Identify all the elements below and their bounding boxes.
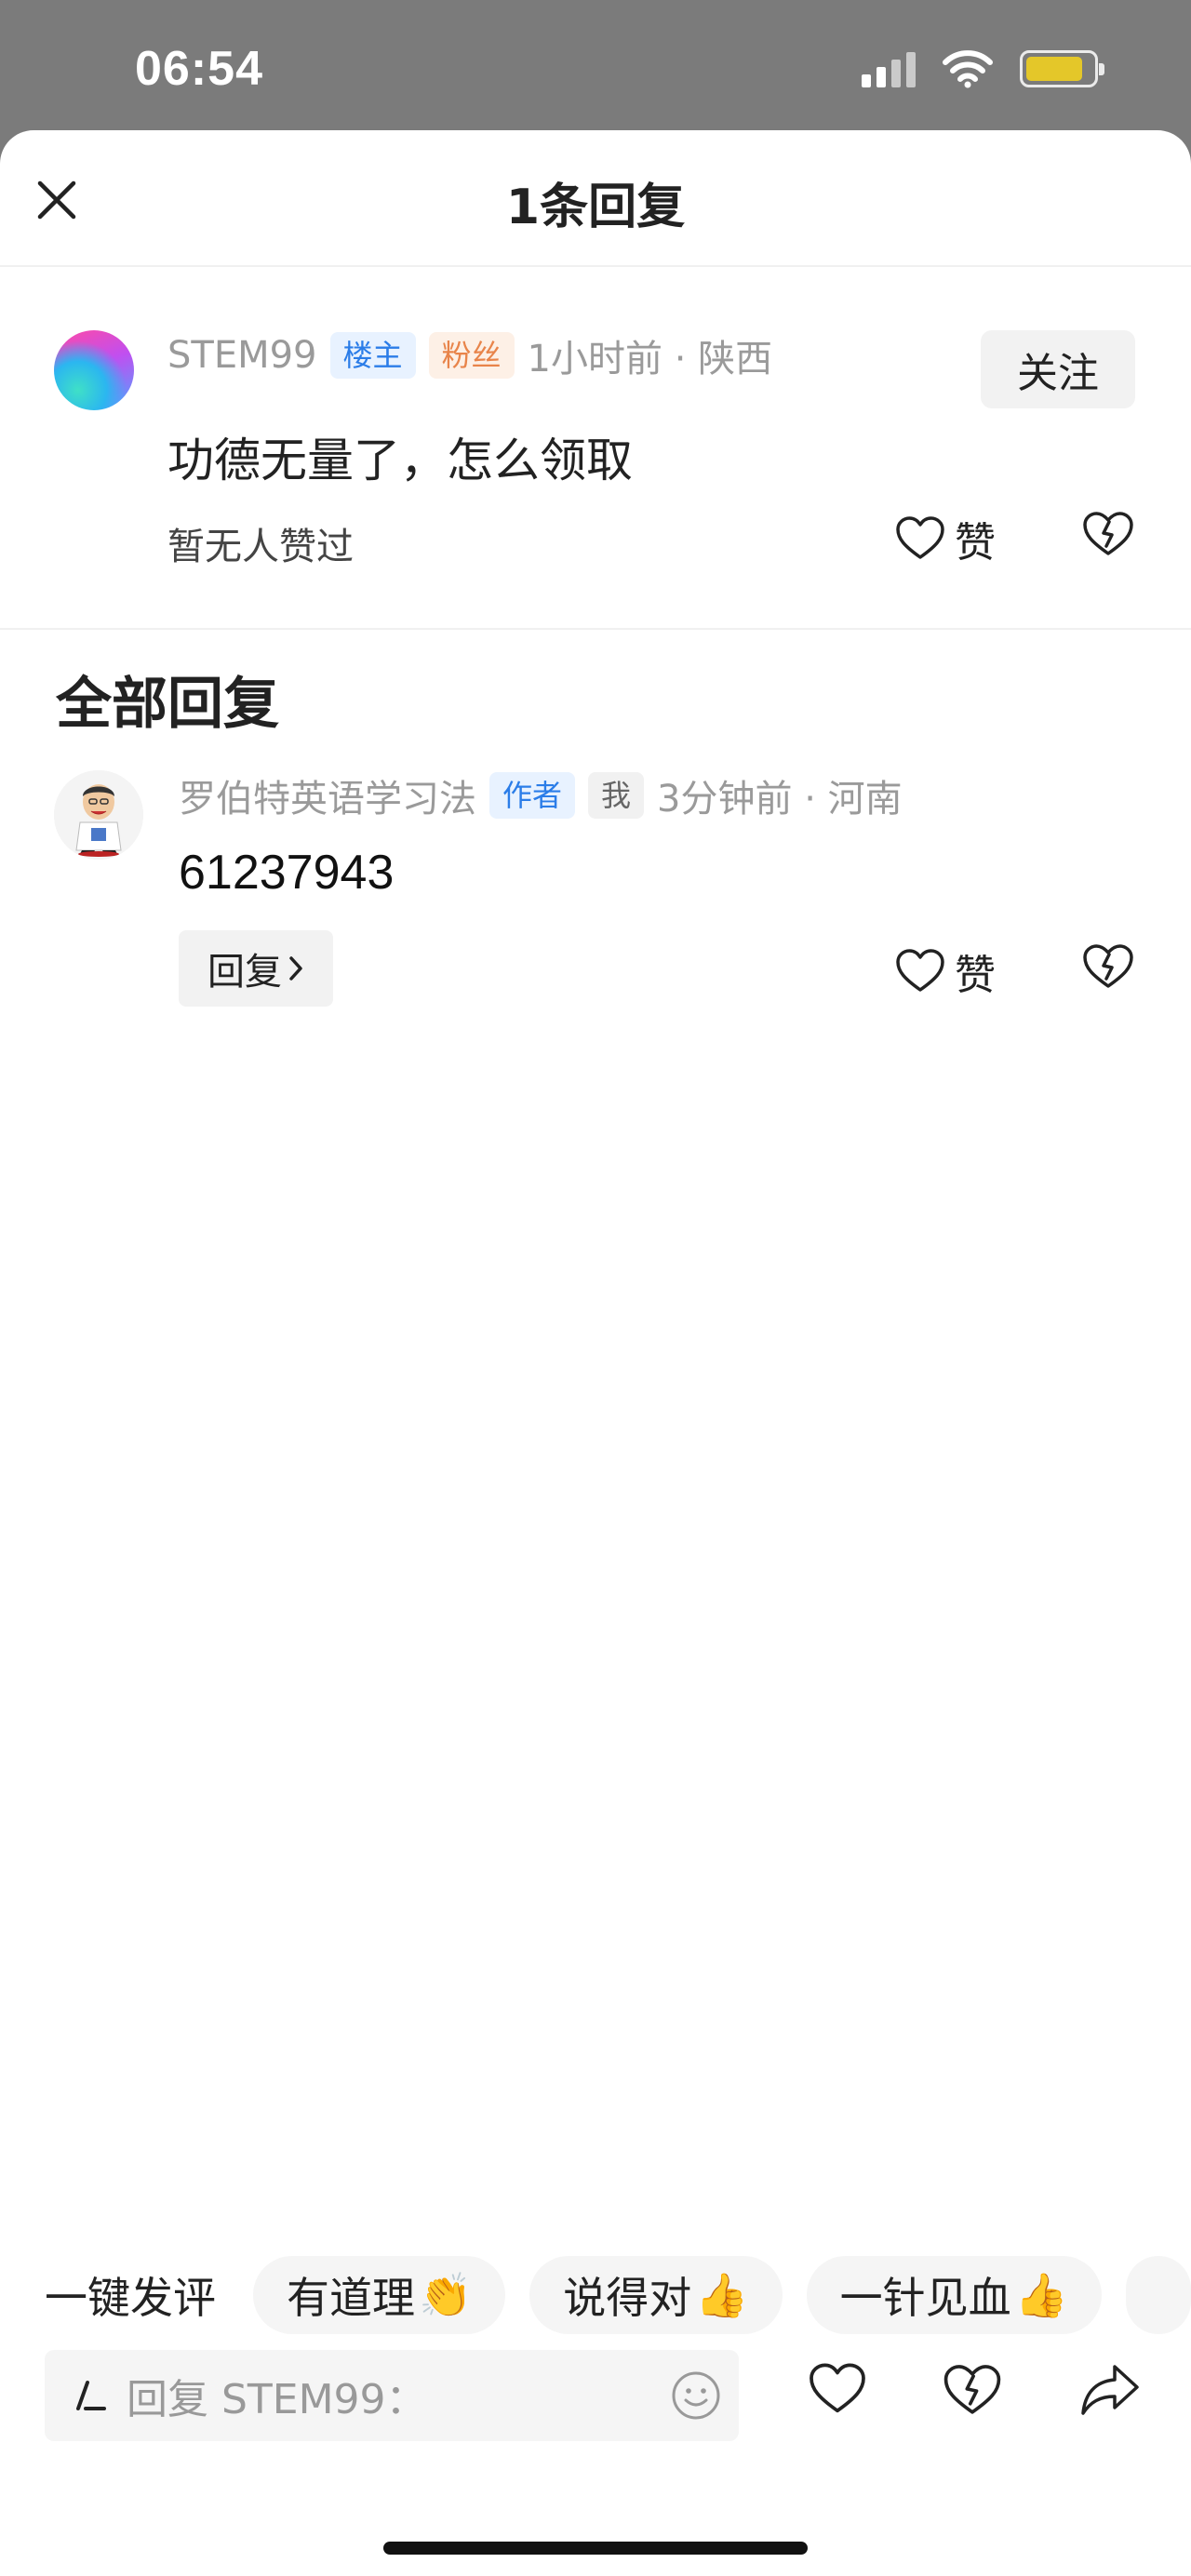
reply-dislike-button[interactable] (1081, 943, 1135, 994)
input-placeholder: 回复 STEM99： (127, 2376, 427, 2423)
username[interactable]: STEM99 (167, 334, 317, 377)
thumbs-up-emoji-icon: 👍 (1014, 2269, 1068, 2320)
section-title: 全部回复 (56, 672, 279, 737)
avatar-cartoon-man (54, 770, 143, 860)
like-button[interactable]: 赞 (895, 509, 996, 568)
page-title: 1条回复 (505, 180, 686, 235)
owner-badge: 楼主 (329, 331, 416, 380)
comment-text: 功德无量了，怎么领取 (167, 434, 633, 487)
reply-button[interactable]: 回复 (179, 930, 333, 1007)
likes-summary: 暂无人赞过 (167, 526, 354, 568)
chevron-right-icon (289, 956, 302, 981)
reply-meta: 罗伯特英语学习法 作者 我 3分钟前 · 河南 (179, 768, 903, 822)
dislike-button[interactable] (1081, 511, 1135, 561)
clap-emoji-icon: 👏 (419, 2269, 473, 2320)
reply-time-location: 3分钟前 · 河南 (657, 778, 903, 821)
reply-button-label: 回复 (207, 951, 282, 994)
chip-text: 说得对 (563, 2273, 692, 2323)
cellular-signal-icon (862, 50, 916, 87)
time-location: 1小时前 · 陕西 (527, 338, 773, 380)
home-indicator (383, 2542, 808, 2555)
broken-heart-icon (1083, 512, 1133, 555)
reply-like-label: 赞 (955, 952, 996, 999)
status-time: 06:54 (135, 42, 263, 96)
heart-icon (896, 949, 944, 992)
comment-meta: STEM99 楼主 粉丝 1小时前 · 陕西 (167, 328, 772, 382)
chip-text: 有道理 (287, 2273, 415, 2323)
status-icons (862, 48, 1104, 89)
like-label: 赞 (955, 519, 996, 567)
quick-reply-chip-overflow[interactable] (1125, 2256, 1191, 2334)
quick-reply-chip[interactable]: 说得对 👍 (529, 2256, 783, 2334)
status-bar: 06:54 (0, 0, 1191, 130)
avatar[interactable] (54, 330, 134, 410)
author-badge: 作者 (489, 771, 576, 820)
share-button[interactable] (1077, 2361, 1143, 2423)
bottom-dislike-button[interactable] (942, 2363, 1003, 2421)
reply-input[interactable]: 回复 STEM99： (45, 2350, 739, 2441)
follow-button[interactable]: 关注 (981, 330, 1135, 408)
pen-icon (76, 2381, 106, 2410)
broken-heart-icon (1083, 944, 1133, 988)
heart-icon (810, 2363, 865, 2413)
quick-reply-label: 一键发评 (45, 2273, 216, 2323)
bottom-like-button[interactable] (808, 2363, 867, 2419)
me-badge: 我 (588, 771, 645, 820)
chip-text: 一针见血 (839, 2273, 1011, 2323)
fan-badge: 粉丝 (428, 331, 515, 380)
reply-like-button[interactable]: 赞 (895, 941, 996, 1001)
reply-text: 61237943 (179, 846, 395, 900)
share-arrow-icon (1081, 2365, 1139, 2415)
sheet-header: 1条回复 (0, 130, 1191, 267)
heart-icon (896, 516, 944, 559)
reply-username[interactable]: 罗伯特英语学习法 (179, 768, 476, 822)
wifi-icon (943, 50, 993, 88)
battery-icon (1020, 50, 1104, 87)
reply-sheet: 1条回复 STEM99 楼主 粉丝 1小时前 · 陕西 关注 功德无量了，怎么领… (0, 130, 1191, 2576)
divider (0, 628, 1191, 630)
emoji-picker-icon[interactable] (670, 2369, 722, 2422)
quick-reply-bar: 一键发评 有道理 👏 说得对 👍 一针见血 👍 (0, 2253, 1191, 2337)
quick-reply-chip[interactable]: 一针见血 👍 (806, 2256, 1102, 2334)
thumbs-up-emoji-icon: 👍 (695, 2269, 749, 2320)
broken-heart-icon (943, 2365, 1001, 2414)
quick-reply-chip[interactable]: 有道理 👏 (253, 2256, 506, 2334)
reply-avatar[interactable] (54, 770, 143, 860)
